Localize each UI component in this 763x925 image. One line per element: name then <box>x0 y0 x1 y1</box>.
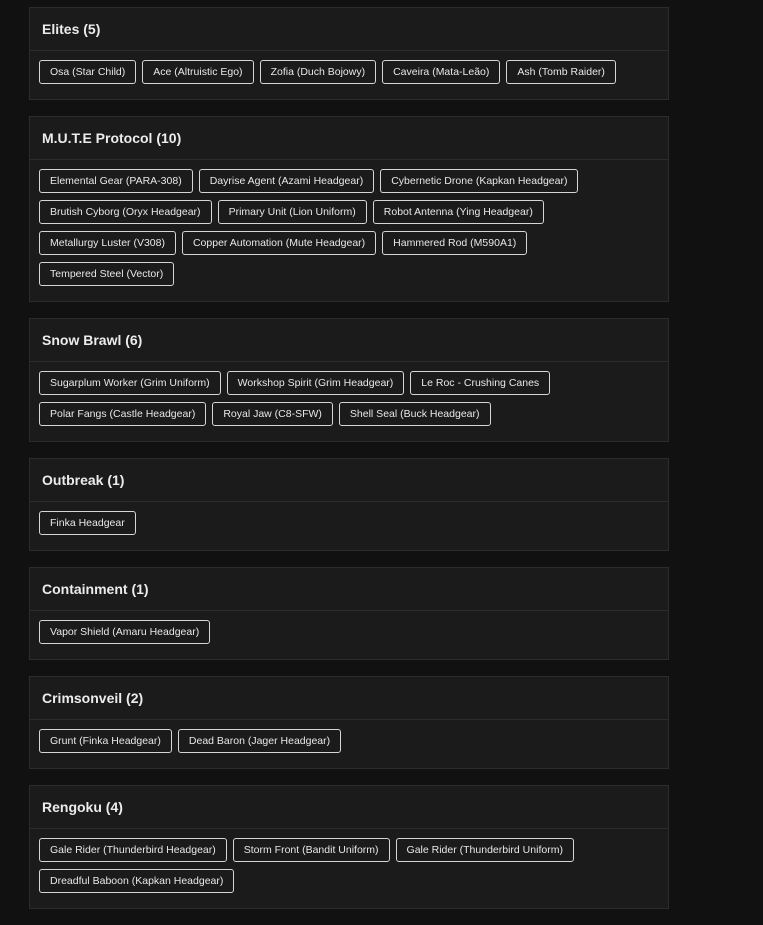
section-header: Crimsonveil (2) <box>30 677 668 720</box>
section-header: Containment (1) <box>30 568 668 611</box>
section-title: Snow Brawl (6) <box>42 332 143 348</box>
item-chip[interactable]: Shell Seal (Buck Headgear) <box>338 402 491 426</box>
item-chip[interactable]: Primary Unit (Lion Uniform) <box>217 200 367 224</box>
item-chip[interactable]: Sugarplum Worker (Grim Uniform) <box>39 371 221 395</box>
collection-section: Rengoku (4) Gale Rider (Thunderbird Head… <box>29 785 669 909</box>
section-title: Rengoku (4) <box>42 799 123 815</box>
item-chip[interactable]: Gale Rider (Thunderbird Headgear) <box>39 838 227 862</box>
collection-section: Outbreak (1) Finka Headgear <box>29 458 669 551</box>
item-chip[interactable]: Robot Antenna (Ying Headgear) <box>372 200 544 224</box>
item-chip[interactable]: Tempered Steel (Vector) <box>39 262 175 286</box>
section-header: Outbreak (1) <box>30 459 668 502</box>
item-chip[interactable]: Osa (Star Child) <box>39 60 137 84</box>
item-list: Grunt (Finka Headgear) Dead Baron (Jager… <box>30 720 668 768</box>
item-chip[interactable]: Workshop Spirit (Grim Headgear) <box>226 371 405 395</box>
section-header: Elites (5) <box>30 8 668 51</box>
collection-section: Containment (1) Vapor Shield (Amaru Head… <box>29 567 669 660</box>
item-chip[interactable]: Storm Front (Bandit Uniform) <box>232 838 390 862</box>
item-chip[interactable]: Dayrise Agent (Azami Headgear) <box>198 169 375 193</box>
collection-section: M.U.T.E Protocol (10) Elemental Gear (PA… <box>29 116 669 302</box>
item-chip[interactable]: Grunt (Finka Headgear) <box>39 729 172 753</box>
item-chip[interactable]: Cybernetic Drone (Kapkan Headgear) <box>380 169 579 193</box>
item-chip[interactable]: Dead Baron (Jager Headgear) <box>177 729 342 753</box>
item-chip[interactable]: Polar Fangs (Castle Headgear) <box>39 402 207 426</box>
item-list: Finka Headgear <box>30 502 668 550</box>
collection-section: Crimsonveil (2) Grunt (Finka Headgear) D… <box>29 676 669 769</box>
item-chip[interactable]: Hammered Rod (M590A1) <box>382 231 528 255</box>
section-header: Rengoku (4) <box>30 786 668 829</box>
item-chip[interactable]: Ash (Tomb Raider) <box>506 60 616 84</box>
item-list: Sugarplum Worker (Grim Uniform) Workshop… <box>30 362 668 441</box>
section-title: M.U.T.E Protocol (10) <box>42 130 182 146</box>
item-list: Elemental Gear (PARA-308) Dayrise Agent … <box>30 160 668 301</box>
section-header: M.U.T.E Protocol (10) <box>30 117 668 160</box>
collection-section: Elites (5) Osa (Star Child) Ace (Altruis… <box>29 7 669 100</box>
section-title: Outbreak (1) <box>42 472 125 488</box>
item-chip[interactable]: Dreadful Baboon (Kapkan Headgear) <box>39 869 235 893</box>
item-chip[interactable]: Le Roc - Crushing Canes <box>410 371 551 395</box>
section-title: Crimsonveil (2) <box>42 690 144 706</box>
section-title: Containment (1) <box>42 581 149 597</box>
item-list: Gale Rider (Thunderbird Headgear) Storm … <box>30 829 668 908</box>
section-title: Elites (5) <box>42 21 101 37</box>
item-chip[interactable]: Ace (Altruistic Ego) <box>142 60 254 84</box>
section-header: Snow Brawl (6) <box>30 319 668 362</box>
item-chip[interactable]: Elemental Gear (PARA-308) <box>39 169 193 193</box>
item-chip[interactable]: Brutish Cyborg (Oryx Headgear) <box>39 200 212 224</box>
item-chip[interactable]: Metallurgy Luster (V308) <box>39 231 176 255</box>
item-chip[interactable]: Gale Rider (Thunderbird Uniform) <box>395 838 574 862</box>
item-chip[interactable]: Caveira (Mata-Leão) <box>382 60 501 84</box>
item-chip[interactable]: Royal Jaw (C8-SFW) <box>212 402 333 426</box>
item-chip[interactable]: Copper Automation (Mute Headgear) <box>181 231 377 255</box>
item-list: Osa (Star Child) Ace (Altruistic Ego) Zo… <box>30 51 668 99</box>
item-chip[interactable]: Vapor Shield (Amaru Headgear) <box>39 620 211 644</box>
collection-section: Snow Brawl (6) Sugarplum Worker (Grim Un… <box>29 318 669 442</box>
collections-list: Elites (5) Osa (Star Child) Ace (Altruis… <box>29 7 669 925</box>
item-list: Vapor Shield (Amaru Headgear) <box>30 611 668 659</box>
item-chip[interactable]: Zofia (Duch Bojowy) <box>259 60 377 84</box>
item-chip[interactable]: Finka Headgear <box>39 511 136 535</box>
